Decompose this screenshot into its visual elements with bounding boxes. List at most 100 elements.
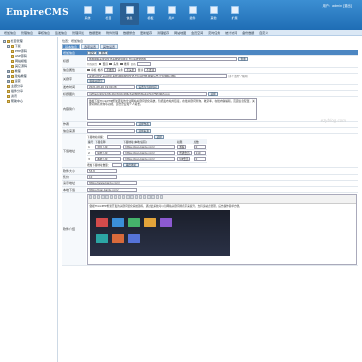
source-icon[interactable]	[151, 195, 155, 199]
submit-button[interactable]: 提交	[87, 50, 98, 55]
list-icon[interactable]	[122, 195, 126, 199]
output-address-button[interactable]: 输出地址	[123, 162, 139, 167]
topnav-system[interactable]: 系统	[78, 3, 97, 25]
author-input[interactable]	[87, 122, 135, 127]
price-input[interactable]: 10	[87, 175, 117, 180]
preview-icon[interactable]	[159, 195, 164, 199]
undo-icon[interactable]	[143, 195, 147, 199]
select-source-button[interactable]: 选择来源	[135, 128, 152, 133]
subnav-item[interactable]: 更新缓存	[140, 30, 152, 36]
subnav-item[interactable]: 数据整合	[123, 30, 135, 36]
collapse-icon[interactable]: -	[3, 40, 6, 43]
empirecms-logo[interactable]: EmpireCMS	[6, 8, 69, 24]
align-left-icon[interactable]	[109, 195, 113, 199]
redo-icon[interactable]	[147, 195, 151, 199]
align-right-icon[interactable]	[117, 195, 122, 199]
subnav-item[interactable]: 会员空间	[191, 30, 203, 36]
download-count-input[interactable]	[111, 162, 122, 167]
table-icon[interactable]	[134, 195, 139, 199]
tab-options[interactable]: 选项设置	[81, 44, 100, 49]
download-name-input[interactable]: 站内下载	[95, 150, 122, 155]
topnav-user[interactable]: 用户	[162, 3, 181, 25]
download-url-input[interactable]: https://pan.baidu.com/	[123, 150, 176, 155]
download-url-input[interactable]: https://pan.baidu.com/	[123, 144, 176, 149]
topnav-info[interactable]: 信息	[120, 3, 139, 25]
recommend-checkbox[interactable]	[120, 62, 123, 66]
collapse-icon[interactable]: -	[7, 45, 10, 48]
underline-icon[interactable]	[96, 195, 101, 199]
font-color-icon[interactable]	[105, 195, 109, 199]
subnav-item[interactable]: 自定义	[259, 30, 268, 36]
tab-other[interactable]: 其他设置	[100, 44, 119, 49]
expand-icon[interactable]: +	[7, 75, 10, 78]
code-icon[interactable]	[138, 195, 143, 199]
image-url-input[interactable]: /d/file/p/2021/08-26/c8d2c486c3a0f08fd5e…	[87, 91, 207, 96]
set-now-button[interactable]: 设置为当前时间	[135, 85, 160, 90]
download-points-input[interactable]: 0	[193, 157, 206, 162]
subnav-item[interactable]: 清理缓存	[157, 30, 169, 36]
description-textarea[interactable]: 傲视下载ThinkPHP框架研发的企业网站关键词优化系统，包括发布站外链接，在线…	[87, 97, 257, 120]
align-center-icon[interactable]	[113, 195, 118, 199]
subnav-item[interactable]: 统计访问	[225, 30, 237, 36]
bold-icon[interactable]	[88, 195, 92, 199]
demo-url-input[interactable]: https://www.baidu.com/	[87, 181, 137, 186]
top-header: EmpireCMS 系统 栏目 信息 模板 用户 插件 其他 扩展 用户：adm…	[0, 0, 362, 30]
subnav-item[interactable]: 审核信息	[38, 30, 50, 36]
subnav-item[interactable]: 增加信息	[4, 30, 16, 36]
user-status[interactable]: 用户：admin [退出]	[323, 3, 352, 8]
recommend-select[interactable]: 不推荐	[104, 68, 117, 73]
download-name-input[interactable]: 浏览下载	[95, 144, 122, 149]
tab-basic[interactable]: 基本信息	[62, 44, 81, 49]
review-checkbox[interactable]	[87, 68, 90, 72]
strike-icon[interactable]	[101, 195, 105, 199]
topnav-column[interactable]: 栏目	[99, 3, 118, 25]
subnav-item[interactable]: 管理评论	[72, 30, 84, 36]
rich-text-editor[interactable]: 傲视ThinkPHP框架开发的关键词优化系统源码，通过此系统可以为网站关键词排名…	[87, 193, 357, 265]
image-icon[interactable]	[130, 195, 134, 199]
select-author-button[interactable]: 选择作者	[135, 122, 152, 127]
subnav-item[interactable]: 数据更新	[89, 30, 101, 36]
select-prefix-button[interactable]: 选择	[154, 134, 165, 140]
subnav-item[interactable]: 定时任务	[208, 30, 220, 36]
expand-icon[interactable]: +	[7, 70, 10, 73]
download-row: 3 本地下载 https://pan.baidu.com/ VIP会员 0	[87, 155, 207, 163]
download-points-input[interactable]: 119	[193, 150, 206, 155]
topnav-plugin[interactable]: 插件	[183, 3, 202, 25]
keywords-input[interactable]: 关键词优化,seo排名系统,网站SEO优化,ThinkPHP,网站后台,企业网站…	[87, 74, 227, 79]
tree-item-help[interactable]: 帮助中心	[3, 99, 54, 104]
topnav-extend[interactable]: 扩展	[225, 3, 244, 25]
italic-icon[interactable]	[92, 195, 97, 199]
fullscreen-icon[interactable]	[155, 195, 159, 199]
editor-body[interactable]: 傲视ThinkPHP框架开发的关键词优化系统源码，通过此系统可以为网站关键词排名…	[88, 204, 356, 264]
subnav-item[interactable]: 管理信息	[21, 30, 33, 36]
subnav-item[interactable]: 附件管理	[106, 30, 118, 36]
size-input[interactable]: 53.8	[87, 169, 117, 174]
link-icon[interactable]	[126, 195, 130, 199]
headline-checkbox[interactable]	[109, 62, 112, 66]
local-download-input[interactable]: https://pan.baidu.com/	[87, 187, 137, 192]
subnav-item[interactable]: 网站地图	[174, 30, 186, 36]
download-perm-select[interactable]: 普通会员	[177, 150, 192, 155]
check-duplicate-button[interactable]: 查重	[237, 56, 249, 62]
top-checkbox[interactable]	[98, 62, 102, 66]
source-input[interactable]	[87, 128, 135, 133]
headline-select[interactable]: 不头条	[124, 68, 137, 73]
download-name-input[interactable]: 本地下载	[95, 157, 122, 162]
download-perm-select[interactable]: VIP会员	[177, 157, 191, 162]
topnav-other[interactable]: 其他	[204, 3, 223, 25]
title-input[interactable]: 傲视网站关键词优化系统SEO排名 ThinkPHP内核	[87, 57, 237, 62]
subnav-item[interactable]: 备份数据	[242, 30, 254, 36]
select-image-button[interactable]: 选择	[207, 91, 219, 96]
expand-icon[interactable]: +	[7, 80, 10, 83]
topnav-template[interactable]: 模板	[141, 3, 160, 25]
download-points-input[interactable]: 0	[193, 144, 206, 149]
download-prefix-input[interactable]	[106, 134, 153, 139]
extract-keywords-button[interactable]: 提取关键字	[87, 78, 105, 84]
color-input[interactable]	[137, 61, 152, 66]
subnav-item[interactable]: 签发信息	[55, 30, 67, 36]
pin-select[interactable]: 不置顶	[144, 68, 157, 73]
download-url-input[interactable]: https://pan.baidu.com/	[123, 157, 176, 162]
date-input[interactable]: 2021-08-26 19:00:28	[87, 85, 135, 90]
reset-button[interactable]: 重置	[98, 50, 109, 55]
download-perm-select[interactable]: 游客	[177, 144, 187, 149]
